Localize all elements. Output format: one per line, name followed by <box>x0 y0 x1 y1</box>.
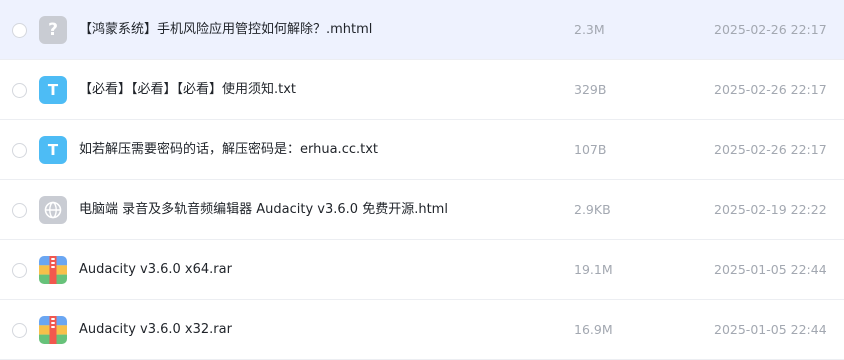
row-checkbox[interactable] <box>12 23 27 38</box>
file-size: 107B <box>574 142 607 157</box>
row-checkbox[interactable] <box>12 83 27 98</box>
row-checkbox[interactable] <box>12 263 27 278</box>
rar-archive-icon <box>39 256 67 284</box>
file-date: 2025-02-26 22:17 <box>714 142 827 157</box>
file-name[interactable]: 电脑端 录音及多轨音频编辑器 Audacity v3.6.0 免费开源.html <box>79 200 448 220</box>
file-date: 2025-01-05 22:44 <box>714 262 827 277</box>
txt-file-icon: T <box>39 76 67 104</box>
file-row[interactable]: 电脑端 录音及多轨音频编辑器 Audacity v3.6.0 免费开源.html… <box>0 180 844 240</box>
file-date: 2025-02-19 22:22 <box>714 202 827 217</box>
question-icon: ? <box>39 16 67 44</box>
file-row[interactable]: T 如若解压需要密码的话，解压密码是：erhua.cc.txt 107B 202… <box>0 120 844 180</box>
file-name[interactable]: Audacity v3.6.0 x32.rar <box>79 320 232 340</box>
file-size: 16.9M <box>574 322 613 337</box>
globe-icon <box>39 196 67 224</box>
file-date: 2025-02-26 22:17 <box>714 22 827 37</box>
file-name[interactable]: 如若解压需要密码的话，解压密码是：erhua.cc.txt <box>79 140 378 160</box>
file-list: ? 【鸿蒙系统】手机风险应用管控如何解除？.mhtml 2.3M 2025-02… <box>0 0 844 360</box>
row-checkbox[interactable] <box>12 203 27 218</box>
file-date: 2025-01-05 22:44 <box>714 322 827 337</box>
file-name[interactable]: 【鸿蒙系统】手机风险应用管控如何解除？.mhtml <box>79 20 372 40</box>
file-row[interactable]: Audacity v3.6.0 x64.rar 19.1M 2025-01-05… <box>0 240 844 300</box>
row-checkbox[interactable] <box>12 143 27 158</box>
file-row[interactable]: T 【必看】【必看】【必看】使用须知.txt 329B 2025-02-26 2… <box>0 60 844 120</box>
file-date: 2025-02-26 22:17 <box>714 82 827 97</box>
row-checkbox[interactable] <box>12 323 27 338</box>
file-name[interactable]: 【必看】【必看】【必看】使用须知.txt <box>79 80 296 100</box>
file-row[interactable]: ? 【鸿蒙系统】手机风险应用管控如何解除？.mhtml 2.3M 2025-02… <box>0 0 844 60</box>
file-size: 2.9KB <box>574 202 611 217</box>
file-name[interactable]: Audacity v3.6.0 x64.rar <box>79 260 232 280</box>
file-size: 329B <box>574 82 607 97</box>
file-size: 2.3M <box>574 22 605 37</box>
txt-file-icon: T <box>39 136 67 164</box>
rar-archive-icon <box>39 316 67 344</box>
file-row[interactable]: Audacity v3.6.0 x32.rar 16.9M 2025-01-05… <box>0 300 844 360</box>
file-size: 19.1M <box>574 262 613 277</box>
